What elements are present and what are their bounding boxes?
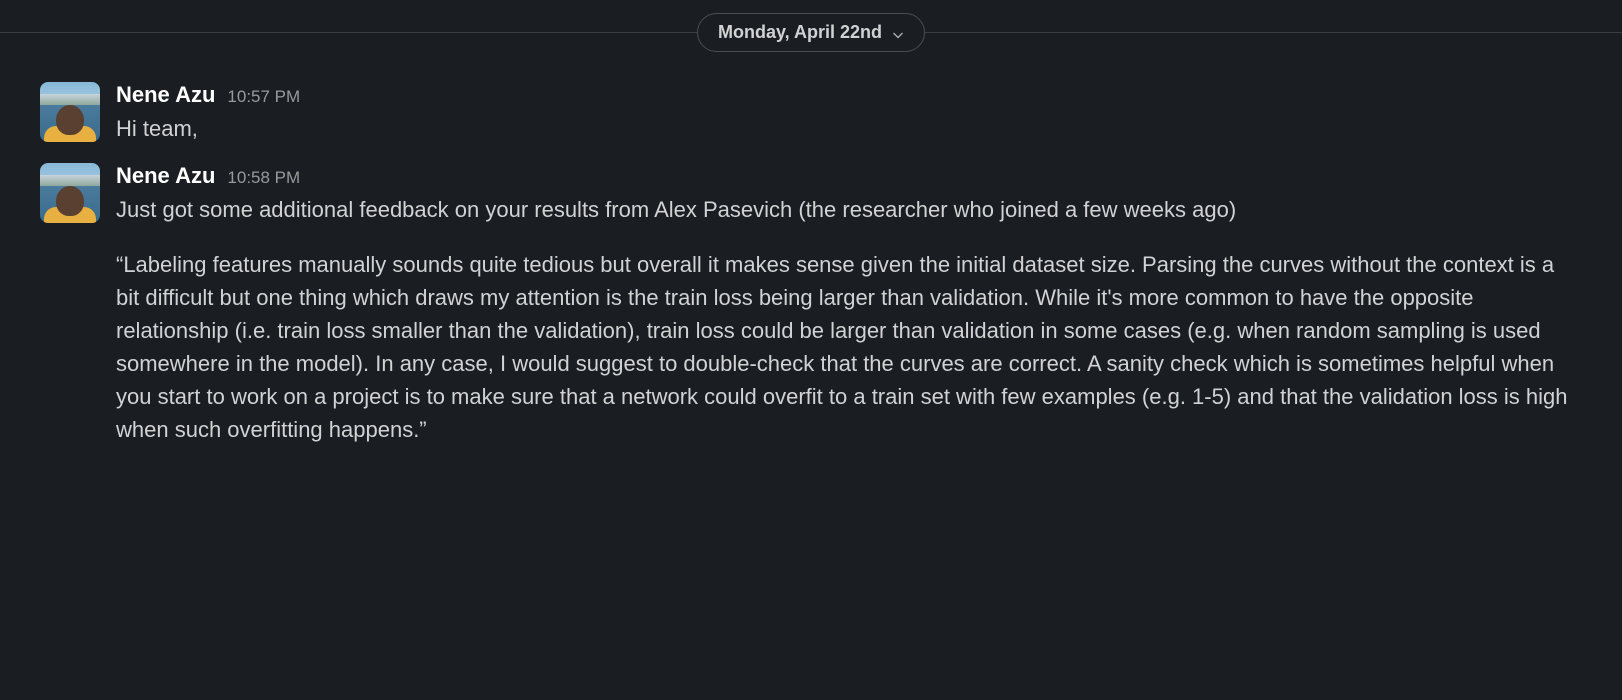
- message-header: Nene Azu 10:57 PM: [116, 82, 1582, 108]
- author-name[interactable]: Nene Azu: [116, 163, 215, 189]
- message-header: Nene Azu 10:58 PM: [116, 163, 1582, 189]
- message-content: Nene Azu 10:58 PM Just got some addition…: [116, 163, 1582, 446]
- author-name[interactable]: Nene Azu: [116, 82, 215, 108]
- message-text: Just got some additional feedback on you…: [116, 193, 1582, 226]
- date-pill-button[interactable]: Monday, April 22nd: [697, 13, 925, 52]
- message-body: Hi team,: [116, 112, 1582, 145]
- avatar[interactable]: [40, 163, 100, 223]
- message-text: Hi team,: [116, 112, 1582, 145]
- message-item: Nene Azu 10:57 PM Hi team,: [40, 82, 1582, 145]
- message-text: “Labeling features manually sounds quite…: [116, 248, 1582, 446]
- avatar[interactable]: [40, 82, 100, 142]
- message-item: Nene Azu 10:58 PM Just got some addition…: [40, 163, 1582, 446]
- chevron-down-icon: [892, 26, 904, 38]
- date-pill-label: Monday, April 22nd: [718, 22, 882, 43]
- message-timestamp[interactable]: 10:57 PM: [227, 87, 300, 107]
- message-body: Just got some additional feedback on you…: [116, 193, 1582, 446]
- message-timestamp[interactable]: 10:58 PM: [227, 168, 300, 188]
- message-list: Nene Azu 10:57 PM Hi team, Nene Azu 10:5…: [0, 52, 1622, 446]
- date-divider: Monday, April 22nd: [0, 12, 1622, 52]
- message-content: Nene Azu 10:57 PM Hi team,: [116, 82, 1582, 145]
